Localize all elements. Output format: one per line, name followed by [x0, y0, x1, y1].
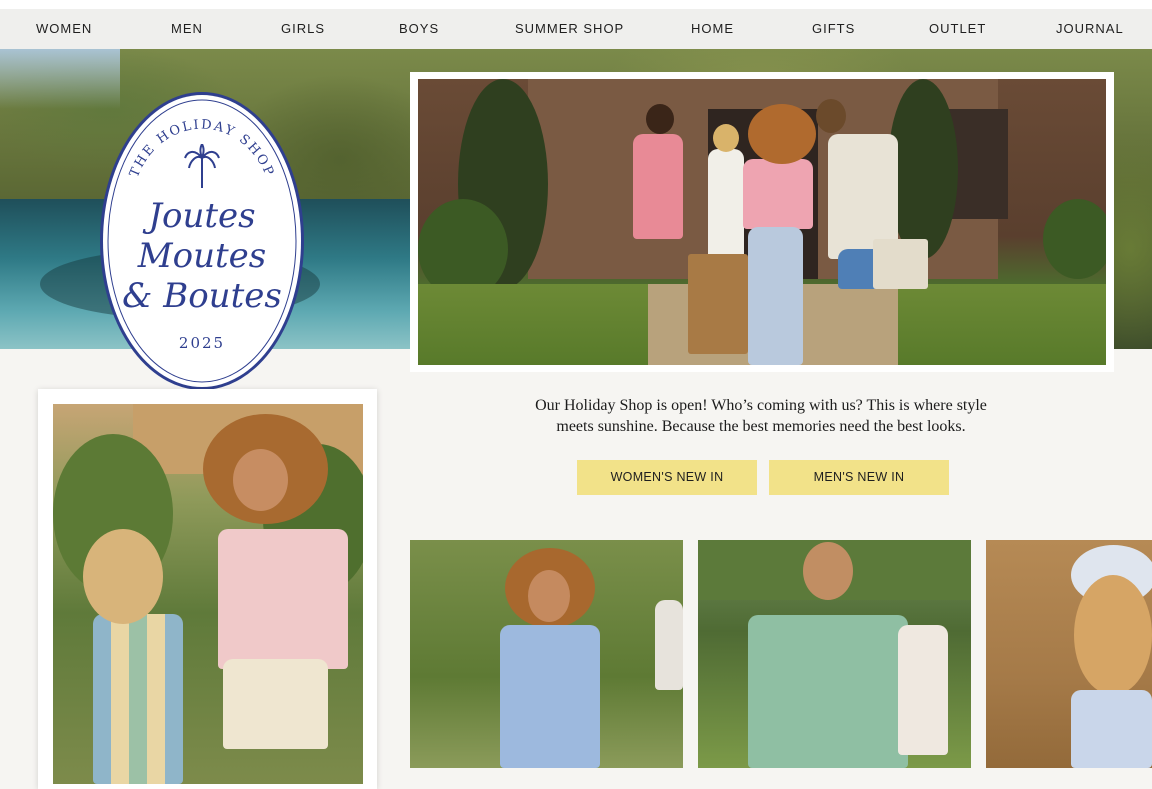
hero-photo: [418, 79, 1106, 365]
cypress-tree: [888, 79, 958, 259]
man-face: [803, 542, 853, 600]
woman-blonde-hair: [83, 529, 163, 624]
person-pink-top: [743, 159, 813, 229]
badge-year: 2025: [178, 334, 226, 352]
womens-new-in-button[interactable]: WOMEN'S NEW IN: [577, 460, 757, 495]
person-head: [713, 124, 739, 152]
background-woman: [898, 625, 948, 755]
blue-dress: [500, 625, 600, 768]
woman-pink-top: [218, 529, 348, 669]
nav-girls[interactable]: GIRLS: [281, 9, 325, 49]
nav-boys[interactable]: BOYS: [399, 9, 439, 49]
main-nav: WOMEN MEN GIRLS BOYS SUMMER SHOP HOME GI…: [0, 9, 1152, 49]
woman-blonde-hair: [1074, 575, 1152, 695]
person-curly-hair: [748, 104, 816, 164]
suitcase: [873, 239, 928, 289]
nav-outlet[interactable]: OUTLET: [929, 9, 986, 49]
woman-cream-shorts: [223, 659, 328, 749]
nav-home[interactable]: HOME: [691, 9, 734, 49]
woman-striped-top: [93, 614, 183, 784]
nav-journal[interactable]: JOURNAL: [1056, 9, 1124, 49]
badge-title-line3: & Boutes: [122, 276, 282, 316]
intro-text: Our Holiday Shop is open! Who’s coming w…: [476, 395, 1046, 437]
product-tile-headband[interactable]: [986, 540, 1152, 768]
holiday-shop-badge[interactable]: THE HOLIDAY SHOP Joutes Moutes & Boutes …: [97, 89, 307, 393]
featured-photo-card[interactable]: [38, 389, 377, 789]
round-shrub: [1043, 199, 1106, 279]
product-tile-blue-dress[interactable]: [410, 540, 683, 768]
nav-summer-shop[interactable]: SUMMER SHOP: [515, 9, 624, 49]
patterned-blouse: [1071, 690, 1152, 768]
two-women-photo: [53, 404, 363, 784]
woman-face: [233, 449, 288, 511]
suitcase: [688, 254, 748, 354]
hero-photo-frame[interactable]: [410, 72, 1114, 372]
product-tile-green-shirt[interactable]: [698, 540, 971, 768]
nav-women[interactable]: WOMEN: [36, 9, 92, 49]
palm-tree-icon: [184, 144, 220, 188]
nav-gifts[interactable]: GIFTS: [812, 9, 855, 49]
person-pink-shirt: [633, 134, 683, 239]
intro-line2: meets sunshine. Because the best memorie…: [556, 418, 966, 435]
background-figure: [655, 600, 683, 690]
person-floral-pants: [748, 227, 803, 365]
person-head: [646, 104, 674, 134]
badge-title-line1: Joutes: [148, 196, 256, 236]
top-strip: [0, 0, 1152, 9]
woman-face: [528, 570, 570, 622]
person-white-dress: [708, 149, 744, 269]
intro-line1: Our Holiday Shop is open! Who’s coming w…: [535, 397, 987, 414]
person-head: [816, 99, 846, 133]
green-linen-shirt: [748, 615, 908, 768]
mens-new-in-button[interactable]: MEN'S NEW IN: [769, 460, 949, 495]
nav-men[interactable]: MEN: [171, 9, 203, 49]
badge-title-line2: Moutes: [137, 236, 267, 276]
